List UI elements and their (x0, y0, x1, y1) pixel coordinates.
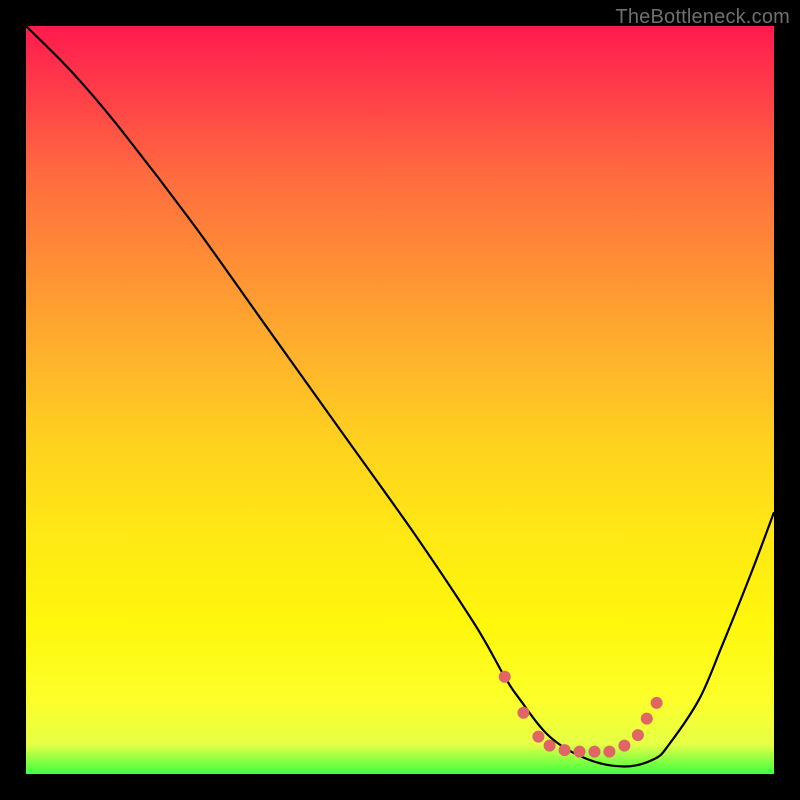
marker-dot (544, 740, 556, 752)
chart-area (26, 26, 774, 774)
marker-dot (632, 729, 644, 741)
marker-dot (517, 707, 529, 719)
chart-svg (26, 26, 774, 774)
marker-dot (532, 731, 544, 743)
marker-dot (651, 697, 663, 709)
marker-dot (603, 746, 615, 758)
marker-dot (641, 713, 653, 725)
marker-dot (574, 746, 586, 758)
marker-dot (589, 746, 601, 758)
marker-dot (618, 740, 630, 752)
bottleneck-curve (26, 26, 774, 767)
marker-dot (499, 671, 511, 683)
watermark-text: TheBottleneck.com (615, 6, 790, 29)
bottleneck-markers (499, 671, 663, 758)
marker-dot (559, 744, 571, 756)
